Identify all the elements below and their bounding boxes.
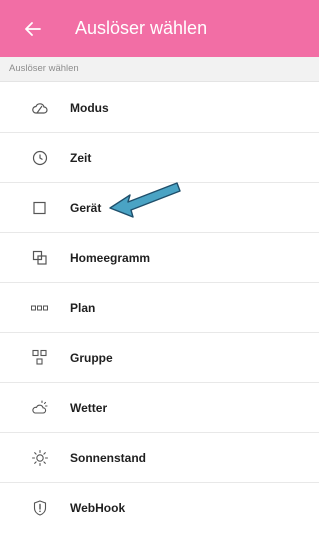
group-squares-icon (31, 349, 49, 367)
section-header: Auslöser wählen (0, 57, 319, 82)
weather-icon (31, 399, 49, 417)
list-item-plan[interactable]: Plan (0, 283, 319, 333)
list-item-sonnenstand[interactable]: Sonnenstand (0, 433, 319, 483)
arrow-left-icon (25, 21, 41, 36)
list-item-label: Homeegramm (70, 251, 151, 265)
section-header-label: Auslöser wählen (9, 63, 79, 74)
square-icon (31, 199, 49, 217)
list-item-label: Sonnenstand (70, 451, 147, 465)
three-squares-icon (31, 299, 49, 317)
back-button[interactable] (22, 18, 44, 40)
app-bar: Auslöser wählen (0, 0, 319, 57)
list-item-label: Plan (70, 301, 96, 315)
sun-icon (31, 449, 49, 467)
list-item-webhook[interactable]: WebHook (0, 483, 319, 533)
list-item-modus[interactable]: Modus (0, 83, 319, 133)
list-item-gruppe[interactable]: Gruppe (0, 333, 319, 383)
clock-icon (31, 149, 49, 167)
list-item-label: Modus (70, 101, 109, 115)
list-item-homeegramm[interactable]: Homeegramm (0, 233, 319, 283)
list-item-label: Gerät (70, 201, 102, 215)
list-item-label: Zeit (70, 151, 92, 165)
list-item-label: Gruppe (70, 351, 113, 365)
list-item-zeit[interactable]: Zeit (0, 133, 319, 183)
trigger-list: Modus Zeit Gerät Homeegramm Plan Gruppe (0, 83, 319, 533)
cloud-icon (31, 99, 49, 117)
list-item-label: Wetter (70, 401, 108, 415)
list-item-label: WebHook (70, 501, 126, 515)
shield-exclamation-icon (31, 499, 49, 517)
overlapping-squares-icon (31, 249, 49, 267)
page-title: Auslöser wählen (75, 18, 208, 38)
list-item-geraet[interactable]: Gerät (0, 183, 319, 233)
list-item-wetter[interactable]: Wetter (0, 383, 319, 433)
